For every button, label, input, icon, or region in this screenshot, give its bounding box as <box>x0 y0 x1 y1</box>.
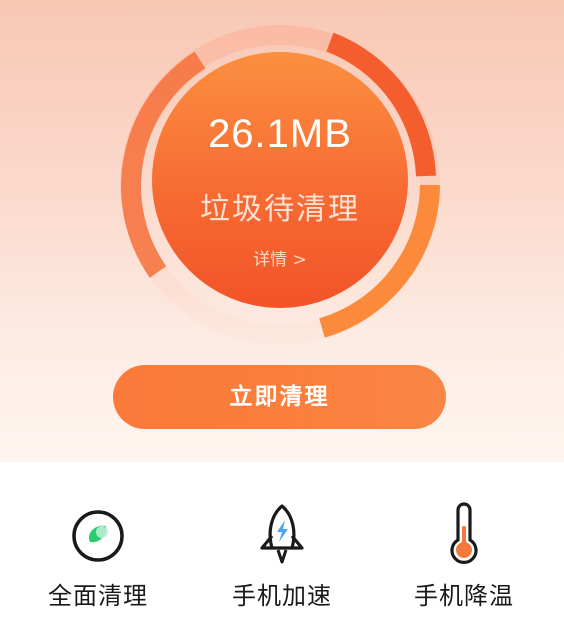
junk-size-value: 26.1MB <box>208 112 352 156</box>
tool-cooldown[interactable]: 手机降温 <box>394 492 534 622</box>
tool-full-clean[interactable]: 全面清理 <box>28 492 168 622</box>
thermometer-icon <box>450 502 478 564</box>
details-link[interactable]: 详情 > <box>230 245 330 270</box>
rocket-icon <box>260 504 304 564</box>
tools-row: 全面清理 手机加速 手机降温 <box>0 462 564 631</box>
junk-size-label: 垃圾待清理 <box>200 192 360 227</box>
full-clean-icon <box>72 510 124 562</box>
tool-label-full-clean: 全面清理 <box>48 582 148 610</box>
junk-gauge <box>120 25 440 345</box>
tool-label-cooldown: 手机降温 <box>414 582 514 610</box>
tool-speedup[interactable]: 手机加速 <box>212 492 352 622</box>
clean-now-button[interactable]: 立即清理 <box>113 365 446 429</box>
tool-label-speedup: 手机加速 <box>232 582 332 610</box>
